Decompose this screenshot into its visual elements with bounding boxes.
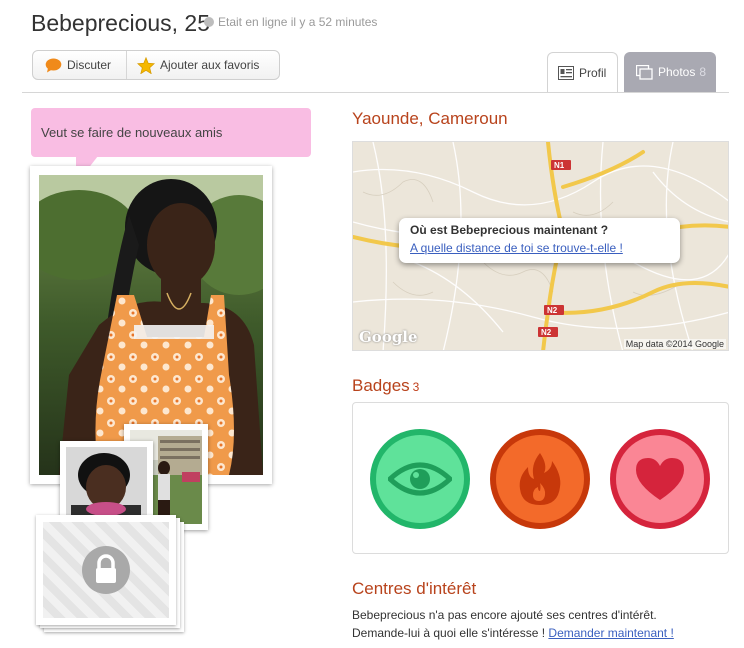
interests-ask-line: Demande-lui à quoi elle s'intéresse ! De… — [352, 624, 732, 642]
badge-fire[interactable] — [490, 429, 590, 529]
badge-eye[interactable] — [370, 429, 470, 529]
photos-icon — [636, 64, 653, 80]
locked-photo-card — [36, 515, 176, 625]
fire-icon — [519, 453, 561, 505]
badges-count: 3 — [412, 380, 420, 394]
map-popup-question: Où est Bebeprecious maintenant ? — [410, 223, 609, 237]
interests-empty-message: Bebeprecious n'a pas encore ajouté ses c… — [352, 608, 657, 622]
ask-now-link[interactable]: Demander maintenant ! — [548, 626, 673, 640]
online-status-dot-icon — [204, 17, 214, 27]
photo-thumbnail[interactable] — [60, 441, 153, 526]
add-favorite-button[interactable]: Ajouter aux favoris — [127, 51, 279, 79]
distance-link[interactable]: A quelle distance de toi se trouve-t-ell… — [410, 241, 680, 255]
locked-photo-placeholder — [43, 522, 169, 618]
status-text: Veut se faire de nouveaux amis — [41, 125, 223, 140]
chat-button[interactable]: Discuter — [33, 51, 127, 79]
star-icon — [137, 56, 155, 74]
eye-icon — [388, 462, 452, 496]
photos-count: 8 — [699, 65, 707, 79]
tab-divider — [22, 92, 729, 93]
road-label: N2 — [547, 306, 558, 315]
map-popup: Où est Bebeprecious maintenant ? A quell… — [399, 218, 680, 263]
chat-button-label: Discuter — [67, 58, 112, 72]
interests-text: Bebeprecious n'a pas encore ajouté ses c… — [352, 606, 732, 642]
interests-ask-prompt: Demande-lui à quoi elle s'intéresse ! — [352, 626, 549, 640]
badge-heart[interactable] — [610, 429, 710, 529]
profile-card-icon — [558, 65, 574, 80]
chat-bubble-icon — [45, 58, 62, 72]
badges-panel — [352, 402, 729, 554]
status-bubble: Veut se faire de nouveaux amis — [31, 108, 311, 157]
action-bar: Discuter Ajouter aux favoris — [32, 50, 280, 80]
road-label: N1 — [554, 161, 565, 170]
map-provider-logo: Google — [359, 328, 418, 346]
thumbnail-image — [66, 447, 147, 520]
location-title: Yaounde, Cameroun — [352, 109, 508, 128]
lock-icon — [82, 546, 130, 594]
road-label: N2 — [541, 328, 552, 337]
tab-photos[interactable]: Photos 8 — [624, 52, 716, 92]
interests-title: Centres d'intérêt — [352, 579, 477, 598]
badges-title: Badges 3 — [352, 376, 419, 396]
map-credit: Map data ©2014 Google — [623, 339, 726, 349]
locked-photos[interactable] — [36, 515, 186, 635]
badges-title-label: Badges — [352, 376, 410, 395]
tab-profil[interactable]: Profil — [547, 52, 618, 92]
heart-icon — [636, 458, 684, 500]
tab-profil-label: Profil — [579, 65, 607, 80]
tab-photos-label: Photos — [658, 65, 696, 79]
profile-name: Bebeprecious, 25 — [31, 10, 211, 36]
online-status: Etait en ligne il y a 52 minutes — [218, 15, 378, 29]
add-favorite-label: Ajouter aux favoris — [160, 58, 260, 72]
